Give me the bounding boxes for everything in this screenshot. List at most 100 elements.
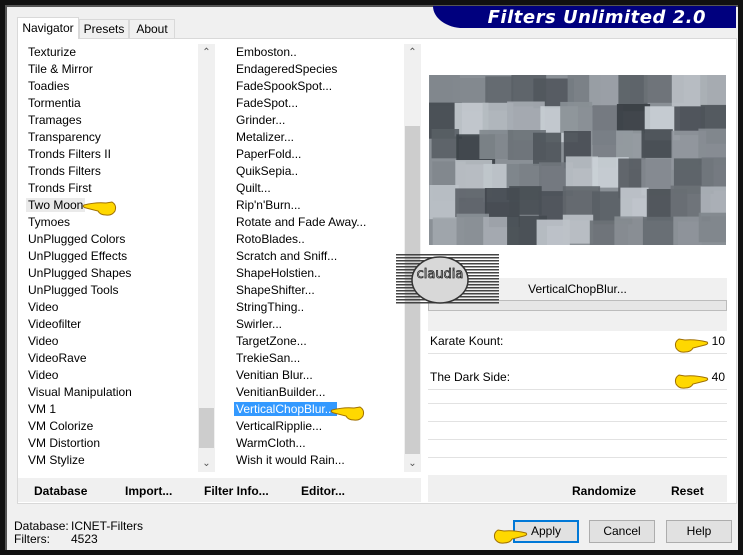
filter-item[interactable]: Swirler...	[226, 316, 405, 333]
filter-item-label: QuikSepia..	[236, 164, 299, 178]
category-item-label: Tronds First	[28, 181, 92, 195]
category-item[interactable]: Tronds First	[18, 180, 198, 197]
category-scrollbar[interactable]: ⌃ ⌄	[198, 44, 215, 472]
parameter-value[interactable]: 10	[712, 334, 725, 348]
filter-item-label: FadeSpot...	[236, 96, 299, 110]
category-item[interactable]: Video	[18, 299, 198, 316]
category-item[interactable]: Visual Manipulation	[18, 384, 198, 401]
filter-item[interactable]: ShapeShifter...	[226, 282, 405, 299]
pointing-hand-right-icon	[493, 529, 528, 544]
filter-item[interactable]: VerticalRipplie...	[226, 418, 405, 435]
filter-item[interactable]: Rip'n'Burn...	[226, 197, 405, 214]
category-item[interactable]: UnPlugged Effects	[18, 248, 198, 265]
cancel-button[interactable]: Cancel	[589, 520, 655, 543]
category-item[interactable]: UnPlugged Shapes	[18, 265, 198, 282]
parameter-header	[428, 311, 727, 331]
status-database-label: Database:	[14, 519, 69, 533]
filter-item-label: PaperFold...	[236, 147, 302, 161]
filter-item[interactable]: WarmCloth...	[226, 435, 405, 452]
filter-list[interactable]: Emboston.. EndageredSpecies FadeSpookSpot.…	[226, 44, 405, 472]
randomize-button[interactable]: Randomize	[572, 484, 636, 498]
category-item[interactable]: VM Colorize	[18, 418, 198, 435]
category-item[interactable]: VM Distortion	[18, 435, 198, 452]
filter-item-label: VerticalRipplie...	[236, 419, 323, 433]
filter-item[interactable]: Grinder...	[226, 112, 405, 129]
category-item[interactable]: Tronds Filters II	[18, 146, 198, 163]
filter-item[interactable]: RotoBlades..	[226, 231, 405, 248]
category-item-label: VM Colorize	[28, 419, 94, 433]
scroll-up-icon[interactable]: ⌃	[198, 44, 215, 61]
category-item[interactable]: Video	[18, 333, 198, 350]
scroll-up-icon[interactable]: ⌃	[404, 44, 421, 61]
category-item[interactable]: Texturize	[18, 44, 198, 61]
database-button[interactable]: Database	[34, 484, 87, 498]
scroll-down-icon[interactable]: ⌄	[404, 455, 421, 472]
tab-about[interactable]: About	[129, 19, 175, 38]
category-item[interactable]: VM 1	[18, 401, 198, 418]
category-item-label: Visual Manipulation	[28, 385, 132, 399]
filter-item-label: Quilt...	[236, 181, 271, 195]
filter-item-label: VerticalChopBlur...	[234, 402, 337, 416]
category-item[interactable]: VM Texture	[18, 469, 198, 472]
filter-item[interactable]: Wish it would Rain...	[226, 452, 405, 469]
category-item-label: UnPlugged Shapes	[28, 266, 132, 280]
filter-item-label: TargetZone...	[236, 334, 307, 348]
filter-item[interactable]: ShapeHolstien..	[226, 265, 405, 282]
category-item[interactable]: Transparency	[18, 129, 198, 146]
category-item[interactable]: UnPlugged Tools	[18, 282, 198, 299]
pointing-hand-right-icon	[674, 338, 709, 353]
filter-info-button[interactable]: Filter Info...	[204, 484, 269, 498]
filter-item[interactable]: Emboston..	[226, 44, 405, 61]
category-item[interactable]: Tormentia	[18, 95, 198, 112]
category-list[interactable]: Texturize Tile & Mirror Toadies Tormentia Tr…	[18, 44, 198, 472]
filter-item-label: Rip'n'Burn...	[236, 198, 301, 212]
filter-item[interactable]: StringThing..	[226, 299, 405, 316]
filter-item[interactable]: Quilt...	[226, 180, 405, 197]
parameter-label: The Dark Side:	[430, 370, 511, 384]
category-item-label: Videofilter	[28, 317, 82, 331]
filter-item[interactable]: QuikSepia..	[226, 163, 405, 180]
category-item[interactable]: Tile & Mirror	[18, 61, 198, 78]
category-scroll-thumb[interactable]	[199, 408, 214, 448]
category-item[interactable]: Video	[18, 367, 198, 384]
tab-navigator[interactable]: Navigator	[17, 17, 79, 39]
import-button[interactable]: Import...	[125, 484, 172, 498]
filter-item[interactable]: TargetZone...	[226, 333, 405, 350]
claudia-watermark: claudia	[396, 254, 499, 304]
filter-item[interactable]: PaperFold...	[226, 146, 405, 163]
filter-item[interactable]: Scratch and Sniff...	[226, 248, 405, 265]
filter-item[interactable]: VerticalChopBlur...	[226, 401, 405, 418]
filter-item[interactable]: TrekieSan...	[226, 350, 405, 367]
reset-button[interactable]: Reset	[671, 484, 704, 498]
filter-item[interactable]: Rotate and Fade Away...	[226, 214, 405, 231]
filter-item[interactable]: FadeSpot...	[226, 95, 405, 112]
category-item[interactable]: Tronds Filters	[18, 163, 198, 180]
filter-item[interactable]: Venitian Blur...	[226, 367, 405, 384]
category-item[interactable]: Toadies	[18, 78, 198, 95]
category-item[interactable]: VideoRave	[18, 350, 198, 367]
tab-presets[interactable]: Presets	[79, 19, 129, 38]
filter-item-label: Scratch and Sniff...	[236, 249, 338, 263]
category-item-label: Tramages	[28, 113, 82, 127]
category-item[interactable]: UnPlugged Colors	[18, 231, 198, 248]
filter-item[interactable]: VenitianBuilder...	[226, 384, 405, 401]
category-item[interactable]: Tramages	[18, 112, 198, 129]
parameter-value[interactable]: 40	[712, 370, 725, 384]
category-item[interactable]: VM Stylize	[18, 452, 198, 469]
filter-item[interactable]: FadeSpookSpot...	[226, 78, 405, 95]
parameter-divider	[428, 403, 727, 404]
preview-image	[429, 75, 726, 245]
editor-button[interactable]: Editor...	[301, 484, 345, 498]
pointing-hand-left-icon	[330, 406, 365, 421]
filter-item[interactable]: EndageredSpecies	[226, 61, 405, 78]
preview-block	[429, 185, 459, 220]
preview-block	[455, 188, 487, 218]
title-banner: Filters Unlimited 2.0	[433, 6, 736, 28]
parameter-label: Karate Kount:	[430, 334, 504, 348]
scroll-down-icon[interactable]: ⌄	[198, 455, 215, 472]
help-button[interactable]: Help	[666, 520, 732, 543]
category-item-label: UnPlugged Tools	[28, 283, 119, 297]
filter-item[interactable]: Metalizer...	[226, 129, 405, 146]
navigator-button-bar: Database Import... Filter Info... Editor…	[18, 478, 421, 502]
category-item[interactable]: Videofilter	[18, 316, 198, 333]
